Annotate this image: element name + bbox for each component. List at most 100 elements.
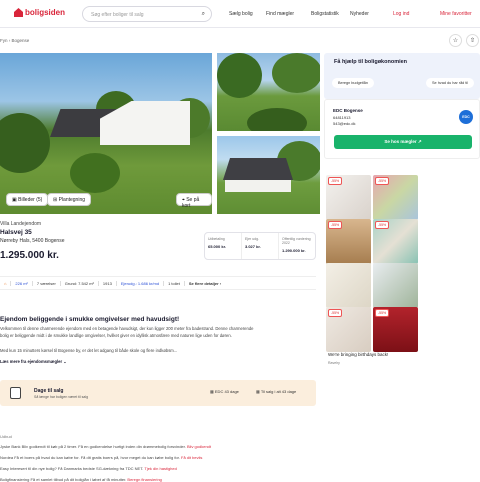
financing-row: Jyske Bank Bliv godkendt til køb på 2 ti… — [0, 444, 211, 449]
property-price: 1.295.000 kr. — [0, 250, 59, 261]
share-icon[interactable]: ⇧ — [466, 34, 479, 47]
afford-pill[interactable]: Se hvad du har råd til — [426, 78, 475, 88]
read-more-link[interactable]: Læs mere fra ejendomsmægler ⌄ — [0, 359, 67, 364]
days-subtitle: Så længe har boligen været til salg — [34, 395, 89, 399]
tree — [0, 113, 50, 173]
ad-tile — [373, 263, 418, 308]
stat-value: 65.000 kr. — [208, 244, 227, 249]
financing-text: Nordea Få et boers på hvad du kan købe f… — [0, 455, 180, 460]
nav-statistics[interactable]: Boligstatistik — [311, 11, 339, 17]
fact-plot: Grund: 7.542 m² — [61, 280, 99, 286]
ad-tile: -55% — [326, 219, 371, 264]
advertisement[interactable]: -55% -55% -55% -55% -55% -55% — [326, 175, 418, 365]
discount-badge: -55% — [328, 221, 343, 229]
days-edc-label: EDC 43 dage — [214, 389, 239, 394]
stat-value: 3.027 kr. — [245, 244, 261, 249]
more-details-link[interactable]: Se flere detaljer › — [185, 281, 225, 286]
nav-news[interactable]: Nyheder — [350, 11, 369, 17]
nav-sell[interactable]: Sælg bolig — [229, 11, 253, 17]
images-button[interactable]: ▣ Billeder (5) — [6, 193, 49, 206]
photo-2[interactable] — [217, 53, 320, 131]
property-address: Halsvej 35 — [0, 229, 32, 236]
logo-text: boligsiden — [25, 8, 65, 17]
house-wall — [225, 180, 291, 192]
fact-rooms: 7 værelser — [33, 280, 61, 286]
house-logo-icon — [14, 8, 23, 17]
discount-badge: -55% — [328, 177, 343, 185]
ad-tile: -55% — [373, 175, 418, 220]
main-photo[interactable]: ▣ Billeder (5) ⊞ Plantegning ⌖ Se på kor… — [0, 53, 212, 214]
description-line: Velkommen til denne charmerende ejendom … — [0, 326, 254, 331]
photo-3[interactable] — [217, 136, 320, 214]
calendar-icon — [10, 387, 21, 399]
property-type: Villa Landejendom — [0, 221, 42, 227]
fact-area-value[interactable]: 226 m² — [15, 281, 27, 286]
nav-find-agent[interactable]: Find mægler — [266, 11, 294, 17]
fact-toilets: 1 toilet — [164, 280, 185, 286]
days-for-sale-box: Dage til salg Så længe har boligen været… — [0, 380, 316, 406]
read-more-label: Læs mere fra ejendomsmægler — [0, 359, 63, 364]
fact-area: 226 m² — [11, 280, 33, 286]
description-line: bolig er beliggende midt i de smukke lan… — [0, 333, 232, 338]
ad-tile: -55% — [373, 219, 418, 264]
financing-row: Nordea Få et boers på hvad du kan købe f… — [0, 455, 202, 460]
contact-agent-button[interactable]: Se hos mægler ↗ — [334, 135, 472, 149]
edc-logo: EDC — [459, 110, 473, 124]
breadcrumb[interactable]: Fyn › Bogense — [0, 38, 29, 43]
map-button[interactable]: ⌖ Se på kort — [176, 193, 212, 209]
discount-badge: -55% — [375, 309, 390, 317]
favorite-heart-icon[interactable]: ☆ — [449, 34, 462, 47]
discount-badge: -55% — [328, 309, 343, 317]
days-title: Dage til salg — [34, 388, 64, 394]
ad-tile: -55% — [373, 307, 418, 352]
financing-link[interactable]: Tjek din hastighed — [144, 466, 176, 471]
search-input[interactable]: Søg efter boliger til salg ⌕ — [82, 6, 212, 22]
price-stats: Udbetaling 65.000 kr. Ejer udg. 3.027 kr. … — [204, 232, 316, 260]
thatched-roof — [223, 158, 293, 180]
financing-text: Easy Interesert til din nye bolig? Få Da… — [0, 466, 144, 471]
financing-label: Udbud — [0, 434, 12, 439]
agent-phone[interactable]: 64811913 — [333, 115, 351, 120]
login-link[interactable]: Log ind — [393, 11, 409, 17]
site-header: boligsiden Søg efter boliger til salg ⌕ … — [0, 0, 480, 28]
contact-agent-label: Se hos mægler — [384, 139, 417, 144]
search-icon[interactable]: ⌕ — [202, 11, 205, 18]
financing-link[interactable]: Bliv godkendt — [187, 444, 211, 449]
facts-bar: ⌂ 226 m² 7 værelser Grund: 7.542 m² 1913… — [0, 276, 316, 290]
financing-text: Jyske Bank Bliv godkendt til køb på 2 ti… — [0, 444, 186, 449]
stat-label: Offentlig vurdering 2022 — [282, 237, 311, 245]
stat-label: Ejer udg. — [245, 237, 260, 241]
financing-help-box: Få hjælp til boligøkonomien Beregn budge… — [324, 53, 480, 99]
tree — [272, 53, 320, 93]
description-heading: Ejendom beliggende i smukke omgivelser m… — [0, 316, 180, 323]
property-city: Nørreby Hals, 5400 Bogense — [0, 238, 65, 244]
ad-tile: -55% — [326, 175, 371, 220]
agent-card: EDC Bogense 64811913 543@edc.dk EDC Se h… — [324, 99, 480, 159]
discount-badge: -55% — [375, 177, 390, 185]
financing-link[interactable]: Få dit beviis — [181, 455, 202, 460]
ad-headline[interactable]: We're bringing birthdays back! — [328, 352, 388, 357]
days-total-label: Til salg i alt 43 dage — [260, 389, 297, 394]
search-placeholder: Søg efter boliger til salg — [91, 12, 144, 18]
boligsiden-logo[interactable]: boligsiden — [14, 8, 65, 17]
days-edc: ▦ EDC 43 dage — [210, 389, 239, 394]
ad-source: Ravelry — [328, 361, 340, 365]
stat-label: Udbetaling — [208, 237, 225, 241]
tree — [70, 153, 120, 193]
days-total: ▦ Til salg i alt 43 dage — [256, 389, 297, 394]
fact-owner-cost-value[interactable]: Ejerudg.: 1.686 kr/md — [121, 281, 159, 286]
agent-email[interactable]: 543@edc.dk — [333, 121, 356, 126]
house-icon: ⌂ — [0, 280, 12, 286]
agent-name: EDC Bogense — [333, 108, 363, 113]
map-button-label: Se på kort — [182, 197, 200, 209]
hedge — [247, 108, 307, 131]
stat-owner-cost: Ejer udg. 3.027 kr. — [242, 233, 279, 259]
floorplan-button-label: Plantegning — [58, 197, 86, 203]
fact-owner-cost: Ejerudg.: 1.686 kr/md — [117, 280, 165, 286]
budget-pill[interactable]: Beregn budgetlån — [332, 78, 374, 88]
favorites-link[interactable]: Mine favoritter — [440, 11, 472, 17]
stat-value: 1.290.000 kr. — [282, 248, 306, 253]
floorplan-button[interactable]: ⊞ Plantegning — [47, 193, 92, 206]
help-title: Få hjælp til boligøkonomien — [334, 59, 408, 65]
tree — [217, 53, 262, 98]
